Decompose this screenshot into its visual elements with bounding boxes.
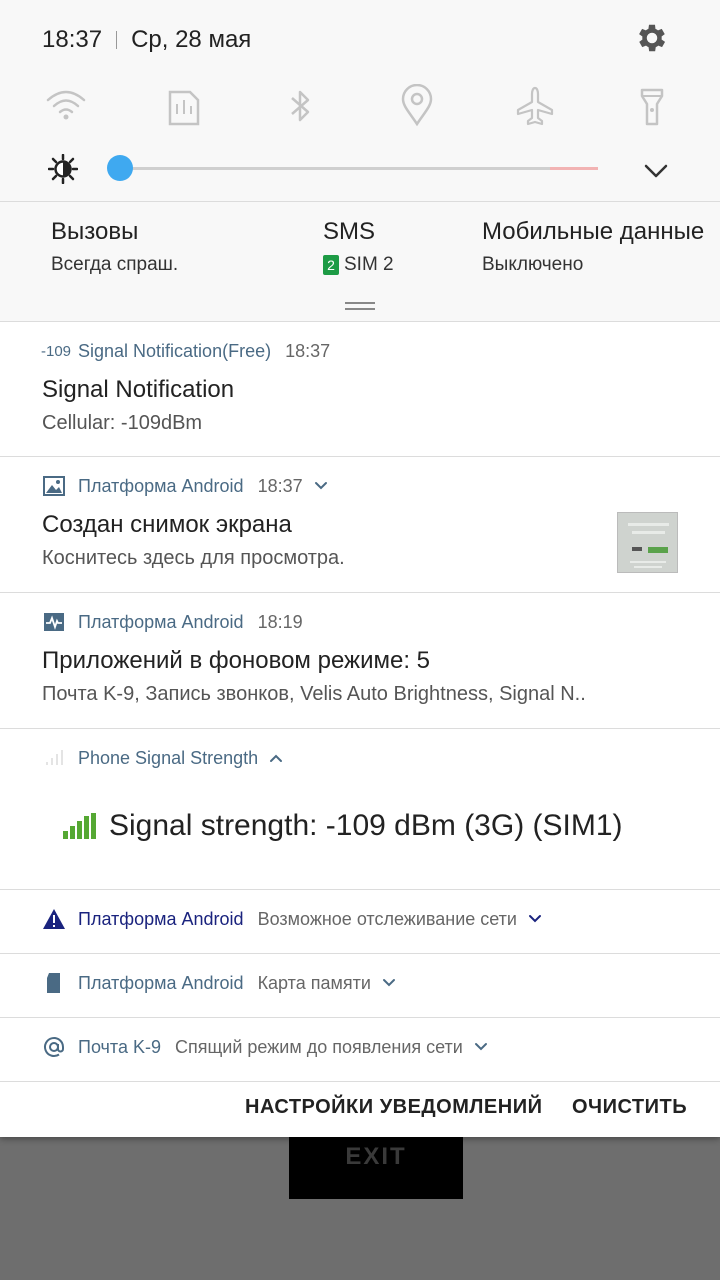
app-name: Почта K-9 xyxy=(78,1036,161,1057)
status-row: 18:37 Ср, 28 мая xyxy=(42,24,251,56)
brightness-slider-limit xyxy=(550,167,598,170)
chevron-down-icon[interactable] xyxy=(473,1039,489,1055)
warning-icon xyxy=(43,909,65,929)
date: Ср, 28 мая xyxy=(131,26,252,53)
signal-bars-icon xyxy=(62,812,97,840)
notification-phone-signal-strength[interactable]: Phone Signal Strength Signal strength: -… xyxy=(0,729,720,889)
chevron-down-icon[interactable] xyxy=(381,975,397,991)
nfc-icon[interactable] xyxy=(162,84,206,128)
notification-header: Платформа Android Карта памяти xyxy=(42,972,397,994)
at-sign-icon xyxy=(44,1037,64,1057)
image-icon xyxy=(43,476,65,496)
notification-title: Signal Notification xyxy=(42,376,235,403)
sim-sms-value: SIM 2 xyxy=(344,254,394,275)
status-separator xyxy=(116,31,118,49)
sim-calls-value: Всегда спраш. xyxy=(51,254,179,275)
sim-sms-title: SMS xyxy=(323,218,376,245)
screenshot-thumbnail[interactable] xyxy=(617,512,678,573)
notification-header: Phone Signal Strength xyxy=(42,747,284,769)
sim-sms[interactable]: SMS 2 SIM 2 xyxy=(323,218,394,276)
chevron-up-icon[interactable] xyxy=(268,750,284,766)
app-name: Платформа Android xyxy=(78,475,244,496)
drag-handle[interactable] xyxy=(345,302,375,310)
notification-text: Почта K-9, Запись звонков, Velis Auto Br… xyxy=(42,683,586,705)
notification-time: 18:37 xyxy=(285,340,331,361)
chevron-down-icon[interactable] xyxy=(527,911,543,927)
location-icon[interactable] xyxy=(395,84,439,128)
chevron-down-icon[interactable] xyxy=(313,478,329,494)
brightness-icon xyxy=(48,154,78,184)
app-name: Phone Signal Strength xyxy=(78,747,259,768)
notification-text: Возможное отслеживание сети xyxy=(257,908,517,929)
signal-strength-icon xyxy=(42,747,66,769)
notification-title: Создан снимок экрана xyxy=(42,511,292,538)
notification-background-apps[interactable]: Платформа Android 18:19 Приложений в фон… xyxy=(0,593,720,728)
notification-header: Почта K-9 Спящий режим до появления сети xyxy=(42,1036,489,1058)
notification-text: Карта памяти xyxy=(257,972,371,993)
notification-text: Cellular: -109dBm xyxy=(42,412,203,434)
notification-title: Приложений в фоновом режиме: 5 xyxy=(42,647,431,674)
chevron-down-icon[interactable] xyxy=(642,156,670,184)
app-name: Платформа Android xyxy=(78,611,244,632)
exit-button[interactable]: EXIT xyxy=(289,1137,463,1199)
notification-time: 18:37 xyxy=(257,475,303,496)
notification-header: Платформа Android Возможное отслеживание… xyxy=(42,908,543,930)
notification-header: Платформа Android 18:19 xyxy=(42,611,303,633)
sim-calls-title: Вызовы xyxy=(51,218,139,245)
notification-footer: НАСТРОЙКИ УВЕДОМЛЕНИЙ ОЧИСТИТЬ xyxy=(0,1082,720,1137)
brightness-slider-thumb[interactable] xyxy=(106,155,133,181)
app-name: Платформа Android xyxy=(78,972,244,993)
wifi-icon[interactable] xyxy=(44,84,88,128)
sim-mobile-data-title: Мобильные данные xyxy=(482,218,705,245)
notification-settings-button[interactable]: НАСТРОЙКИ УВЕДОМЛЕНИЙ xyxy=(245,1096,542,1119)
bluetooth-icon[interactable] xyxy=(278,84,322,128)
notification-k9-mail[interactable]: Почта K-9 Спящий режим до появления сети xyxy=(0,1018,720,1081)
flashlight-icon[interactable] xyxy=(630,84,674,128)
signal-strength-line: Signal strength: -109 dBm (3G) (SIM1) xyxy=(62,809,623,843)
sim-card-icon: 2 xyxy=(323,255,339,275)
notification-time: 18:19 xyxy=(257,611,303,632)
notification-screenshot[interactable]: Платформа Android 18:37 Создан снимок эк… xyxy=(0,457,720,592)
app-name: Signal Notification(Free) xyxy=(78,340,272,361)
airplane-icon[interactable] xyxy=(513,84,557,128)
quick-settings-row xyxy=(0,84,720,130)
sim-calls[interactable]: Вызовы Всегда спраш. xyxy=(51,218,178,276)
notification-header: Платформа Android 18:37 xyxy=(42,475,329,497)
sd-card-icon xyxy=(47,973,60,993)
notification-text: Спящий режим до появления сети xyxy=(175,1036,463,1057)
brightness-slider-track[interactable] xyxy=(110,167,598,170)
signal-strength-text: Signal strength: -109 dBm (3G) (SIM1) xyxy=(109,809,623,842)
notification-header: -109 Signal Notification(Free) 18:37 xyxy=(40,340,331,362)
exit-label: EXIT xyxy=(345,1143,407,1170)
notification-memory-card[interactable]: Платформа Android Карта памяти xyxy=(0,954,720,1017)
signal-value-icon: -109 xyxy=(40,342,72,360)
notification-panel: 18:37 Ср, 28 мая Вызовы Всегда спраш. SM… xyxy=(0,0,720,1137)
sim-mobile-data-value: Выключено xyxy=(482,254,584,275)
sim-mobile-data[interactable]: Мобильные данные Выключено xyxy=(482,218,704,276)
notification-network-monitoring[interactable]: Платформа Android Возможное отслеживание… xyxy=(0,890,720,953)
brightness-row xyxy=(0,148,720,190)
notification-signal[interactable]: -109 Signal Notification(Free) 18:37 Sig… xyxy=(0,322,720,456)
sim-settings: Вызовы Всегда спраш. SMS 2 SIM 2 Мобильн… xyxy=(0,202,720,321)
clock: 18:37 xyxy=(42,26,103,53)
activity-icon xyxy=(44,613,64,631)
notification-text: Коснитесь здесь для просмотра. xyxy=(42,547,345,569)
settings-gear-icon[interactable] xyxy=(634,20,670,56)
clear-button[interactable]: ОЧИСТИТЬ xyxy=(572,1096,687,1119)
app-name: Платформа Android xyxy=(78,908,244,929)
